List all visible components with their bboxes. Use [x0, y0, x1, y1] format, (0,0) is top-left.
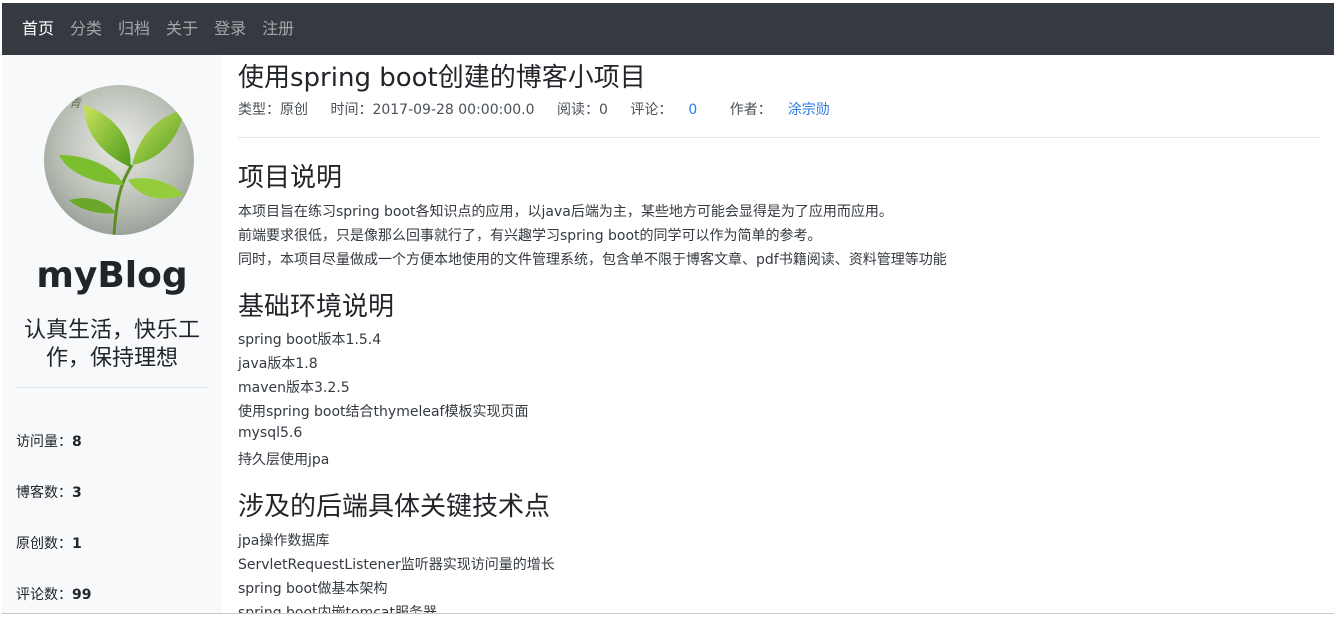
section-line: 前端要求很低，只是像那么回事就行了，有兴趣学习spring boot的同学可以作…	[238, 228, 822, 244]
post-title: 使用spring boot创建的博客小项目	[238, 63, 646, 93]
section-line: 本项目旨在练习spring boot各知识点的应用，以java后端为主，某些地方…	[238, 204, 893, 220]
stat-blogs: 博客数：3	[16, 482, 82, 502]
stat-visits: 访问量：8	[16, 431, 82, 451]
post-meta: 类型：原创 时间：2017-09-28 00:00:00.0 阅读：0 评论： 0…	[238, 99, 848, 119]
site-title: myBlog	[36, 255, 188, 296]
stat-label: 博客数：	[16, 485, 72, 501]
post-time: 时间：2017-09-28 00:00:00.0	[330, 102, 535, 118]
nav-register[interactable]: 注册	[254, 3, 302, 55]
nav-home[interactable]: 首页	[14, 3, 62, 55]
stat-label: 访问量：	[16, 434, 72, 450]
nav-category[interactable]: 分类	[62, 3, 110, 55]
post-comments-label: 评论：	[630, 102, 673, 118]
post-type: 类型：原创	[238, 102, 308, 118]
nav-about[interactable]: 关于	[158, 3, 206, 55]
sidebar-divider	[16, 387, 208, 388]
section-heading: 基础环境说明	[238, 292, 395, 322]
nav-login[interactable]: 登录	[206, 3, 254, 55]
site-motto: 认真生活，快乐工作，保持理想	[23, 318, 200, 371]
post-author-link[interactable]: 涂宗勋	[788, 102, 830, 118]
post-comments-link[interactable]: 0	[688, 102, 697, 118]
section-line: jpa操作数据库	[238, 533, 330, 549]
sidebar: 青 myBlog 认真生活，快乐工作，保持理想 访问量：8 博客数：3 原创数：…	[2, 55, 222, 614]
section-line: spring boot做基本架构	[238, 581, 388, 597]
section-line: 同时，本项目尽量做成一个方便本地使用的文件管理系统，包含单不限于博客文章、pdf…	[238, 252, 947, 268]
stat-original: 原创数：1	[16, 533, 82, 553]
nav-archive[interactable]: 归档	[110, 3, 158, 55]
leaf-avatar-icon: 青	[44, 85, 194, 235]
stat-value: 8	[72, 434, 82, 450]
top-navbar: 首页 分类 归档 关于 登录 注册	[2, 3, 1334, 55]
section-line: 持久层使用jpa	[238, 452, 330, 468]
stat-value: 1	[72, 536, 82, 552]
stat-label: 原创数：	[16, 536, 72, 552]
browser-page: 首页 分类 归档 关于 登录 注册 青 myBlog 认真生活，快乐工作，保持理…	[2, 3, 1334, 614]
section-heading: 项目说明	[238, 163, 343, 193]
stat-comments: 评论数：99	[16, 584, 91, 604]
section-line: spring boot版本1.5.4	[238, 332, 382, 348]
section-line: mysql5.6	[238, 425, 303, 441]
section-line: maven版本3.2.5	[238, 380, 350, 396]
stat-label: 评论数：	[16, 587, 72, 603]
title-divider	[238, 137, 1320, 138]
stat-value: 3	[72, 485, 82, 501]
svg-text:青: 青	[69, 96, 82, 110]
post-author-label: 作者：	[729, 102, 772, 118]
section-line: 使用spring boot结合thymeleaf模板实现页面	[238, 404, 529, 420]
section-line: java版本1.8	[238, 356, 318, 372]
post-content: 使用spring boot创建的博客小项目 类型：原创 时间：2017-09-2…	[238, 55, 1320, 614]
stat-value: 99	[72, 587, 92, 603]
section-line: ServletRequestListener监听器实现访问量的增长	[238, 557, 555, 573]
section-heading: 涉及的后端具体关键技术点	[238, 492, 551, 522]
section-line: spring boot内嵌tomcat服务器	[238, 605, 438, 614]
post-reads: 阅读：0	[556, 102, 608, 118]
